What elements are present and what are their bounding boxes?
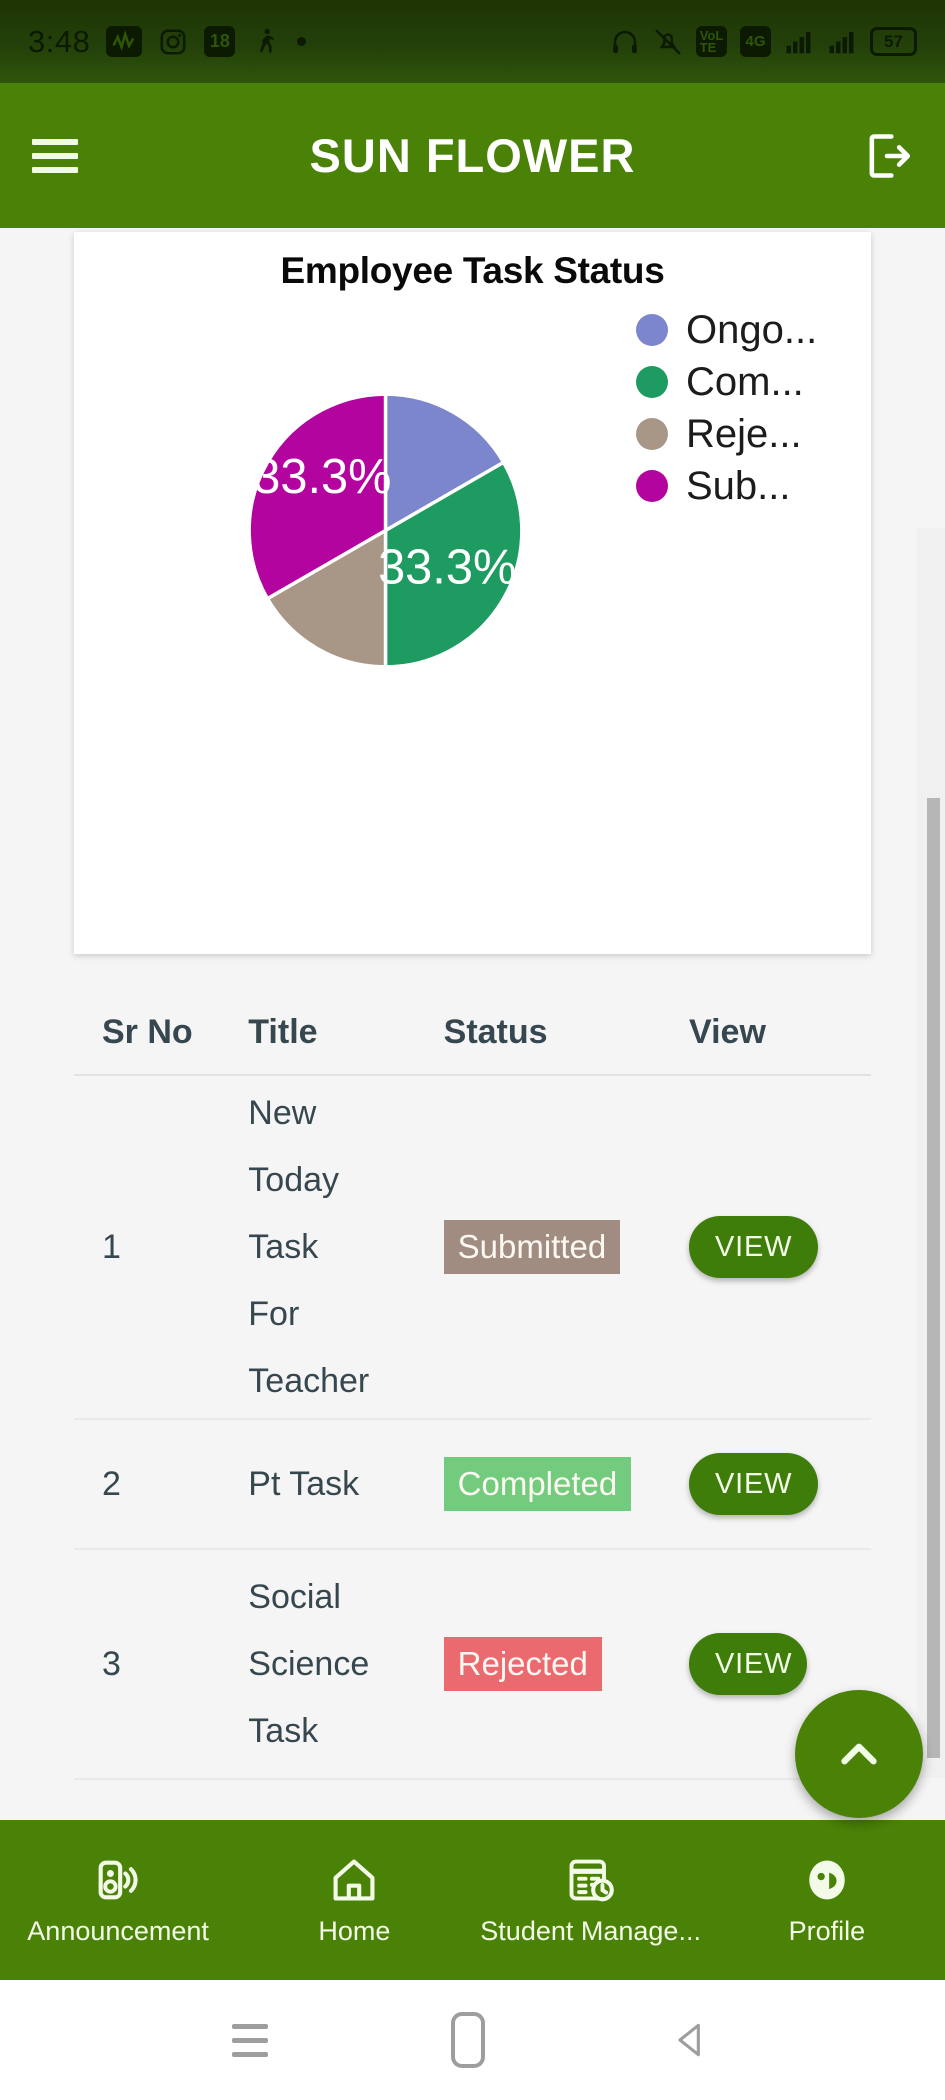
instagram-icon [158,27,188,57]
status-badge: Completed [443,1457,632,1511]
cell-view: VIEW [689,1216,843,1278]
legend-color-swatch-submitted [636,470,668,502]
employee-task-status-chart-card: Employee Task Status 33.3% 33.3% Ongo...… [74,232,871,954]
legend-color-swatch-completed [636,366,668,398]
table-row[interactable]: 2 Pt Task Completed VIEW [74,1420,871,1550]
view-button[interactable]: VIEW [689,1453,819,1515]
legend-color-swatch-ongoing [636,314,668,346]
pie-chart: 33.3% 33.3% [242,387,529,674]
scroll-content[interactable]: Employee Task Status 33.3% 33.3% Ongo...… [0,228,945,1822]
cell-status: Rejected [443,1637,689,1691]
view-button[interactable]: VIEW [689,1633,808,1695]
pie-slice-label-submitted: 33.3% [253,450,391,504]
status-bar-right: VoL TE 4G 57 [610,26,917,57]
status-bar-left: 3:48 18 [28,23,307,60]
column-header-view: View [689,1012,766,1051]
headphones-icon [610,27,640,57]
legend-item-completed[interactable]: Com... [636,362,817,402]
nav-label-profile: Profile [788,1915,866,1946]
megaphone-icon [98,1860,138,1899]
nav-label-student-management: Student Manage... [480,1915,701,1946]
4g-icon: 4G [740,26,771,57]
status-bar: 3:48 18 VoL TE 4G 57 [0,0,945,83]
cell-title: Pt Task [248,1464,360,1503]
cell-view: VIEW [689,1633,843,1695]
pie-chart-svg: 33.3% 33.3% [247,392,524,669]
logout-icon[interactable] [861,129,913,183]
phone-screen: 3:48 18 VoL TE 4G 57 SUN FLOWER Employee… [0,0,945,2100]
table-row[interactable]: 3 Social Science Task Rejected VIEW [74,1550,871,1780]
notification-count-badge: 18 [204,26,236,57]
scrollbar-thumb[interactable] [927,798,940,1758]
legend-color-swatch-rejected [636,418,668,450]
chart-body: 33.3% 33.3% Ongo... Com... Reje... Sub..… [74,292,871,932]
bottom-navigation-bar: Announcement Home Student Manage... Prof… [0,1820,945,1980]
dot-icon [297,37,307,46]
battery-indicator: 57 [870,27,917,56]
table-header-row: Sr No Title Status View [74,990,871,1076]
signal-bars-2-icon [827,27,857,57]
signal-bars-icon [784,27,814,57]
status-badge: Rejected [443,1637,602,1691]
table-row[interactable]: 1 New Today Task For Teacher Submitted V… [74,1076,871,1420]
nav-item-profile[interactable]: Profile [709,1854,945,1947]
walking-person-icon [251,27,281,57]
nav-label-home: Home [318,1915,391,1946]
legend-label-rejected: Reje... [686,412,802,456]
music-badge-icon [106,26,143,57]
profile-face-icon [809,1860,845,1899]
vibrate-off-icon [653,27,683,57]
cell-sr-no: 3 [102,1644,121,1683]
nav-item-student-management[interactable]: Student Manage... [473,1854,709,1947]
cell-sr-no: 1 [102,1227,121,1266]
column-header-status: Status [443,1012,548,1051]
calendar-clock-icon [569,1859,614,1901]
cell-status: Submitted [443,1220,689,1274]
scroll-to-top-fab[interactable] [795,1690,923,1818]
chevron-up-icon [841,1743,877,1765]
nav-label-announcement: Announcement [27,1915,209,1946]
chart-legend: Ongo... Com... Reje... Sub... [636,310,817,506]
cell-title: Social Science Task [248,1577,370,1750]
nav-item-home[interactable]: Home [236,1854,472,1947]
cell-title: New Today Task For Teacher [248,1093,370,1400]
recents-icon[interactable] [231,2023,268,2057]
home-icon [333,1859,375,1900]
app-bar: SUN FLOWER [0,83,945,228]
legend-item-submitted[interactable]: Sub... [636,466,817,506]
nav-item-announcement[interactable]: Announcement [0,1854,236,1947]
pie-slice-label-completed: 33.3% [378,541,516,595]
cell-sr-no: 2 [102,1464,121,1503]
task-table: Sr No Title Status View 1 New Today Task… [74,990,871,1780]
volte-icon: VoL TE [696,26,727,57]
legend-label-submitted: Sub... [686,464,791,508]
legend-item-rejected[interactable]: Reje... [636,414,817,454]
android-system-nav [0,1980,945,2100]
cell-status: Completed [443,1457,689,1511]
legend-label-ongoing: Ongo... [686,308,818,352]
view-button[interactable]: VIEW [689,1216,819,1278]
column-header-title: Title [248,1012,318,1051]
column-header-sr-no: Sr No [102,1012,193,1051]
legend-item-ongoing[interactable]: Ongo... [636,310,817,350]
status-badge: Submitted [443,1220,621,1274]
status-bar-clock: 3:48 [28,23,91,59]
cell-view: VIEW [689,1453,843,1515]
legend-label-completed: Com... [686,360,804,404]
hamburger-menu-icon[interactable] [32,138,78,173]
chart-title: Employee Task Status [280,250,665,291]
back-triangle-icon[interactable] [669,2014,713,2066]
home-pill-icon[interactable] [451,2012,486,2068]
page-title: SUN FLOWER [309,129,636,182]
